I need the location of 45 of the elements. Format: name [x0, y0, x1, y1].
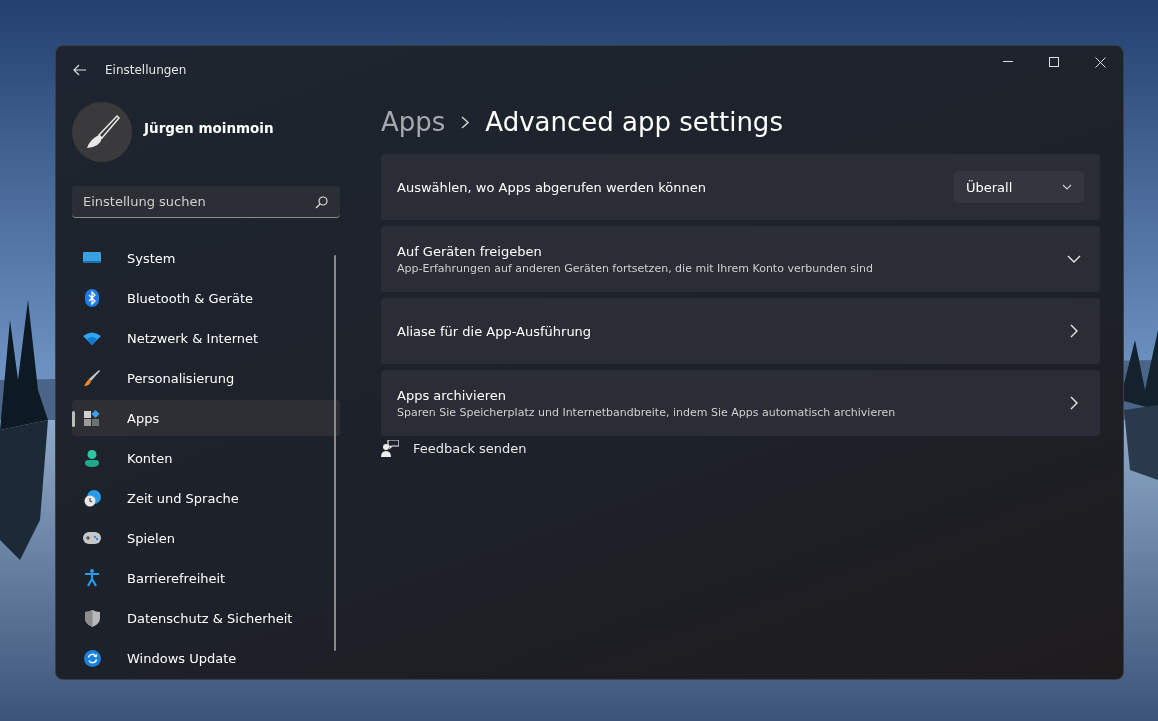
- setting-title: Aliase für die App-Ausführung: [397, 323, 593, 339]
- sidebar-item[interactable]: Personalisierung: [72, 360, 340, 396]
- search-field[interactable]: Einstellung suchen: [72, 186, 340, 218]
- setting-card[interactable]: Apps archivieren Sparen Sie Speicherplatz und Internetbandbreite, indem Sie Apps automatisch archivieren: [381, 370, 1100, 436]
- setting-card[interactable]: Auswählen, wo Apps abgerufen werden können Überall: [381, 154, 1100, 220]
- sidebar-item[interactable]: Zeit und Sprache: [72, 480, 340, 516]
- sidebar-item[interactable]: Windows Update: [72, 640, 340, 676]
- feedback-icon: [381, 440, 399, 457]
- breadcrumb-link[interactable]: Apps: [381, 107, 446, 137]
- sidebar-item[interactable]: Konten: [72, 440, 340, 476]
- wifi-icon: [83, 331, 101, 345]
- sync-icon: [83, 649, 101, 667]
- back-arrow-icon[interactable]: [71, 62, 89, 78]
- globe-clock-icon: [83, 489, 101, 507]
- setting-title: Apps archivieren: [397, 387, 507, 403]
- sidebar-item[interactable]: Datenschutz & Sicherheit: [72, 600, 340, 636]
- apps-icon: [84, 410, 100, 426]
- shield-icon: [84, 609, 100, 627]
- setting-title: Auf Geräten freigeben: [397, 243, 543, 259]
- sidebar-item[interactable]: Netzwerk & Internet: [72, 320, 340, 356]
- window-title: Einstellungen: [105, 63, 187, 77]
- setting-description: App-Erfahrungen auf anderen Geräten fortsetzen, die mit Ihrem Konto verbunden sind: [397, 261, 875, 275]
- sidebar-item[interactable]: Barrierefreiheit: [72, 560, 340, 596]
- user-name: Jürgen moinmoin: [144, 120, 274, 136]
- monitor-icon: [83, 250, 101, 266]
- scrollbar[interactable]: [334, 255, 336, 651]
- accessibility-icon: [85, 569, 99, 587]
- sidebar-item[interactable]: Spielen: [72, 520, 340, 556]
- feedback-link[interactable]: Feedback senden: [413, 441, 527, 456]
- setting-title: Auswählen, wo Apps abgerufen werden können: [397, 179, 707, 195]
- brush-icon: [84, 370, 100, 386]
- sidebar-item[interactable]: Bluetooth & Geräte: [72, 280, 340, 316]
- bluetooth-icon: [85, 289, 99, 307]
- gamepad-icon: [83, 532, 101, 544]
- setting-card[interactable]: Auf Geräten freigeben App-Erfahrungen auf anderen Geräten fortsetzen, die mit Ihrem Konto verbunden sind: [381, 226, 1100, 292]
- setting-description: Sparen Sie Speicherplatz und Internetbandbreite, indem Sie Apps automatisch archivieren: [397, 405, 897, 419]
- dropdown[interactable]: Überall: [954, 171, 1084, 203]
- sidebar-item[interactable]: Apps: [72, 400, 340, 436]
- chevron-down-icon: [1062, 184, 1072, 190]
- person-icon: [85, 449, 99, 467]
- setting-card[interactable]: Aliase für die App-Ausführung: [381, 298, 1100, 364]
- page-title: Advanced app settings: [485, 107, 783, 137]
- search-icon: [315, 196, 328, 209]
- chevron-right-icon: [461, 115, 470, 129]
- sidebar-item[interactable]: System: [72, 240, 340, 276]
